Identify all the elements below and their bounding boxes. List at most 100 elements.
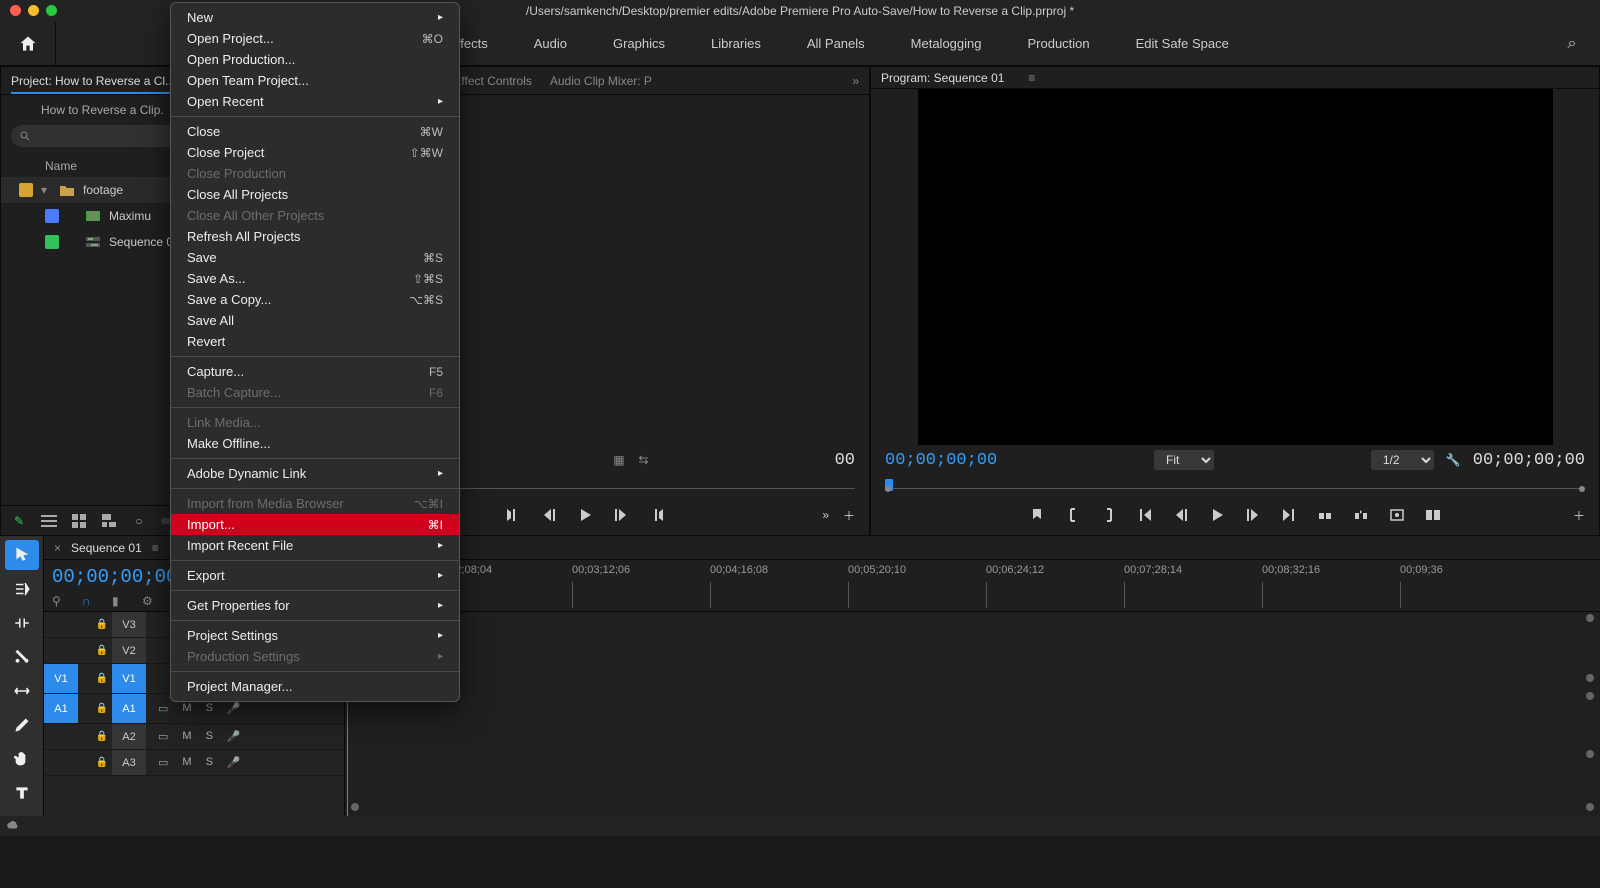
pen-icon[interactable]: ✎ [11, 513, 27, 529]
source-patch[interactable] [44, 612, 78, 637]
go-to-out-icon[interactable] [1281, 507, 1297, 523]
menu-item-project-manager[interactable]: Project Manager... [171, 676, 459, 697]
solo-button[interactable]: S [206, 756, 213, 769]
menu-item-revert[interactable]: Revert [171, 331, 459, 352]
menu-item-refresh-all-projects[interactable]: Refresh All Projects [171, 226, 459, 247]
workspace-tab-production[interactable]: Production [1027, 36, 1089, 51]
keyframe-icon[interactable]: ▭ [158, 702, 168, 715]
voiceover-icon[interactable]: 🎤 [227, 702, 241, 715]
program-tc-pos[interactable]: 00;00;00;00 [885, 451, 997, 470]
lift-icon[interactable] [1317, 507, 1333, 523]
zoom-slider-circle[interactable]: ○ [131, 513, 147, 529]
workspace-tab-all-panels[interactable]: All Panels [807, 36, 865, 51]
wrench-icon[interactable]: 🔧 [1446, 453, 1461, 467]
source-patch[interactable] [44, 724, 78, 749]
track-select-tool[interactable] [5, 574, 39, 604]
menu-item-open-production[interactable]: Open Production... [171, 49, 459, 70]
menu-item-save[interactable]: Save⌘S [171, 247, 459, 268]
step-back-icon[interactable] [541, 507, 557, 523]
source-patch[interactable] [44, 638, 78, 663]
workspace-tab-metalogging[interactable]: Metalogging [911, 36, 982, 51]
program-tc-dur[interactable]: 00;00;00;00 [1473, 451, 1585, 470]
lock-icon[interactable]: 🔒 [92, 731, 112, 742]
panel-menu-icon[interactable]: ≡ [152, 541, 159, 555]
menu-item-open-recent[interactable]: Open Recent [171, 91, 459, 112]
workspace-tab-graphics[interactable]: Graphics [613, 36, 665, 51]
slip-tool[interactable] [5, 676, 39, 706]
workspace-tab-libraries[interactable]: Libraries [711, 36, 761, 51]
track-target[interactable]: A3 [112, 750, 146, 775]
menu-item-project-settings[interactable]: Project Settings [171, 625, 459, 646]
hand-tool[interactable] [5, 744, 39, 774]
track-target[interactable]: A1 [112, 694, 146, 723]
menu-item-import-recent-file[interactable]: Import Recent File [171, 535, 459, 556]
lock-icon[interactable]: 🔒 [92, 673, 112, 684]
menu-item-open-team-project[interactable]: Open Team Project... [171, 70, 459, 91]
marker-icon[interactable] [1029, 507, 1045, 523]
overflow-icon[interactable]: » [852, 74, 859, 88]
overflow-icon[interactable]: » [822, 508, 829, 522]
vertical-scroll[interactable] [1586, 614, 1596, 796]
effect-controls-tab[interactable]: Effect Controls [453, 74, 531, 88]
track-target[interactable]: A2 [112, 724, 146, 749]
voiceover-icon[interactable]: 🎤 [227, 756, 241, 769]
disclosure-triangle[interactable]: ▾ [41, 183, 51, 197]
maximize-window-dot[interactable] [46, 5, 57, 16]
menu-item-open-project[interactable]: Open Project...⌘O [171, 28, 459, 49]
ripple-edit-tool[interactable] [5, 608, 39, 638]
menu-item-save-all[interactable]: Save All [171, 310, 459, 331]
linked-selection-icon[interactable]: ∩ [82, 594, 98, 610]
menu-item-make-offline[interactable]: Make Offline... [171, 433, 459, 454]
export-frame-icon[interactable] [1389, 507, 1405, 523]
step-fwd-icon[interactable] [613, 507, 629, 523]
icon-view-icon[interactable] [71, 513, 87, 529]
track-target[interactable]: V1 [112, 664, 146, 693]
go-to-in-icon[interactable] [1137, 507, 1153, 523]
source-tc-dur[interactable]: 00 [835, 451, 855, 470]
name-column-header[interactable]: Name [45, 159, 77, 173]
close-window-dot[interactable] [10, 5, 21, 16]
mute-button[interactable]: M [182, 702, 191, 715]
keyframe-icon[interactable]: ▭ [158, 730, 168, 743]
mark-in-icon[interactable] [505, 507, 521, 523]
program-scrubber[interactable] [885, 479, 1585, 493]
project-tab[interactable]: Project: How to Reverse a Cl... [11, 74, 181, 94]
track-target[interactable]: V3 [112, 612, 146, 637]
menu-item-save-a-copy[interactable]: Save a Copy...⌥⌘S [171, 289, 459, 310]
creative-cloud-icon[interactable] [6, 818, 20, 835]
add-button-icon[interactable]: ＋ [843, 507, 855, 524]
out-bracket-icon[interactable] [1101, 507, 1117, 523]
minimize-window-dot[interactable] [28, 5, 39, 16]
workspace-tab-audio[interactable]: Audio [534, 36, 567, 51]
keyframe-icon[interactable]: ▭ [158, 756, 168, 769]
in-bracket-icon[interactable] [1065, 507, 1081, 523]
razor-tool[interactable] [5, 642, 39, 672]
audio-clip-mixer-tab[interactable]: Audio Clip Mixer: P [550, 74, 652, 88]
track-target[interactable]: V2 [112, 638, 146, 663]
resolution-select[interactable]: 1/2 [1371, 450, 1434, 470]
freeform-view-icon[interactable] [101, 513, 117, 529]
menu-item-capture[interactable]: Capture...F5 [171, 361, 459, 382]
drag-video-icon[interactable]: ⇆ [639, 453, 649, 467]
composite-icon[interactable]: ▦ [613, 453, 624, 467]
pen-tool[interactable] [5, 710, 39, 740]
horizontal-scroll[interactable] [351, 802, 1594, 812]
menu-item-import[interactable]: Import...⌘I [171, 514, 459, 535]
comparison-view-icon[interactable] [1425, 507, 1441, 523]
menu-item-get-properties-for[interactable]: Get Properties for [171, 595, 459, 616]
workspace-search[interactable]: ⌕ [1544, 35, 1600, 53]
panel-menu-icon[interactable]: ≡ [1028, 71, 1035, 85]
lock-icon[interactable]: 🔒 [92, 645, 112, 656]
menu-item-export[interactable]: Export [171, 565, 459, 586]
marker-add-icon[interactable]: ▮ [112, 594, 128, 610]
type-tool[interactable] [5, 778, 39, 808]
add-button-icon[interactable]: ＋ [1573, 507, 1585, 524]
program-tab[interactable]: Program: Sequence 01 [881, 71, 1010, 85]
source-patch[interactable]: A1 [44, 694, 78, 723]
solo-button[interactable]: S [206, 702, 213, 715]
workspace-tab-edit-safe-space[interactable]: Edit Safe Space [1136, 36, 1229, 51]
list-view-icon[interactable] [41, 513, 57, 529]
lock-icon[interactable]: 🔒 [92, 703, 112, 714]
mute-button[interactable]: M [182, 756, 191, 769]
step-fwd-icon[interactable] [1245, 507, 1261, 523]
